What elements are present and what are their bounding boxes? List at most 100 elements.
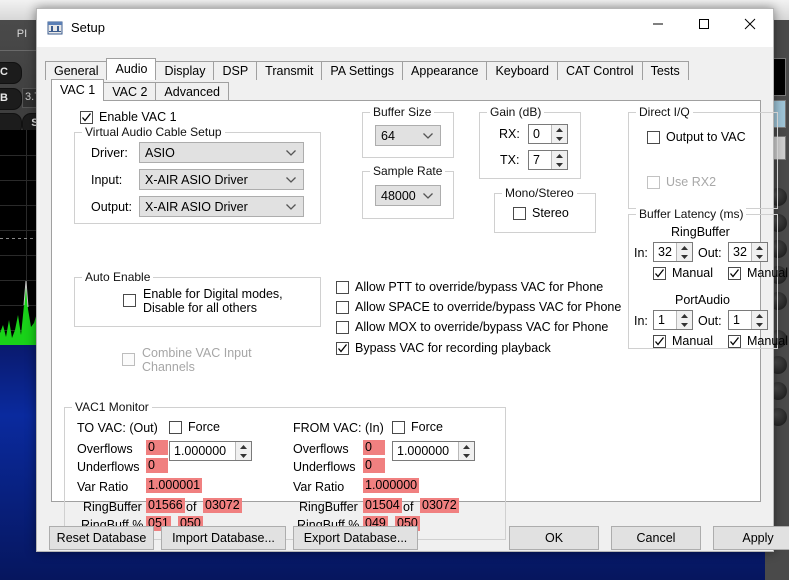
cancel-button[interactable]: Cancel bbox=[611, 526, 701, 550]
spinner-up-icon[interactable] bbox=[677, 243, 692, 252]
spinner-buttons[interactable] bbox=[458, 442, 474, 460]
bg-button-c[interactable]: C bbox=[0, 62, 22, 84]
spinner-up-icon[interactable] bbox=[677, 311, 692, 320]
checkbox-box bbox=[653, 266, 666, 280]
spinner-down-icon[interactable] bbox=[677, 320, 692, 329]
rb-in-spinner[interactable]: 32 bbox=[653, 242, 693, 262]
pa-in-manual-label: Manual bbox=[672, 334, 713, 348]
pa-in-manual-checkbox[interactable]: Manual bbox=[653, 334, 713, 348]
reset-database-button[interactable]: Reset Database bbox=[49, 526, 154, 550]
spinner-up-icon[interactable] bbox=[752, 311, 767, 320]
spinner-buttons[interactable] bbox=[551, 151, 567, 169]
tab-dsp[interactable]: DSP bbox=[213, 61, 258, 80]
tab-audio[interactable]: Audio bbox=[106, 58, 157, 80]
close-button[interactable] bbox=[727, 9, 773, 39]
tab-keyboard[interactable]: Keyboard bbox=[486, 61, 558, 80]
spinner-up-icon[interactable] bbox=[752, 243, 767, 252]
bypass-vac-recording-checkbox[interactable]: Bypass VAC for recording playback bbox=[336, 341, 551, 355]
buffer-size-combo[interactable]: 64 bbox=[375, 125, 441, 146]
mono-stereo-title: Mono/Stereo bbox=[502, 186, 577, 200]
tab-tests[interactable]: Tests bbox=[641, 61, 689, 80]
allow-ptt-checkbox[interactable]: Allow PTT to override/bypass VAC for Pho… bbox=[336, 280, 603, 294]
output-combo[interactable]: X-AIR ASIO Driver bbox=[139, 196, 304, 217]
ok-button[interactable]: OK bbox=[509, 526, 599, 550]
to-vac-force-checkbox[interactable]: Force bbox=[169, 420, 220, 434]
tab-vac-2[interactable]: VAC 2 bbox=[103, 82, 157, 101]
import-database-button[interactable]: Import Database... bbox=[161, 526, 286, 550]
enable-vac1-checkbox[interactable]: Enable VAC 1 bbox=[80, 110, 177, 124]
buffer-latency-group: Buffer Latency (ms) RingBuffer In: 32 Ou… bbox=[628, 207, 788, 349]
to-vac-ringbuffer-of: of bbox=[186, 500, 197, 514]
checkbox-box bbox=[728, 266, 741, 280]
spinner-down-icon[interactable] bbox=[459, 451, 474, 460]
stereo-checkbox[interactable]: Stereo bbox=[513, 206, 569, 220]
driver-combo[interactable]: ASIO bbox=[139, 142, 304, 163]
spinner-buttons[interactable] bbox=[235, 442, 251, 460]
tab-pa-settings[interactable]: PA Settings bbox=[321, 61, 404, 80]
to-vac-underflows-label: Underflows bbox=[77, 460, 140, 474]
spinner-buttons[interactable] bbox=[751, 243, 767, 261]
pa-in-spinner[interactable]: 1 bbox=[653, 310, 693, 330]
spinner-down-icon[interactable] bbox=[552, 134, 567, 143]
to-vac-var-ratio-label: Var Ratio bbox=[77, 480, 129, 494]
rb-in-manual-checkbox[interactable]: Manual bbox=[653, 266, 713, 280]
pa-out-manual-checkbox[interactable]: Manual bbox=[728, 334, 788, 348]
tab-appearance[interactable]: Appearance bbox=[402, 61, 488, 80]
mono-stereo-group: Mono/Stereo Stereo bbox=[494, 186, 596, 233]
tab-cat-control[interactable]: CAT Control bbox=[556, 61, 643, 80]
checkbox-box bbox=[169, 420, 182, 434]
spinner-buttons[interactable] bbox=[676, 243, 692, 261]
close-icon bbox=[744, 18, 756, 30]
stereo-label: Stereo bbox=[532, 206, 569, 220]
spinner-buttons[interactable] bbox=[551, 125, 567, 143]
spinner-down-icon[interactable] bbox=[552, 160, 567, 169]
from-vac-underflows-label: Underflows bbox=[293, 460, 356, 474]
export-database-button[interactable]: Export Database... bbox=[293, 526, 418, 550]
rb-out-manual-checkbox[interactable]: Manual bbox=[728, 266, 788, 280]
bg-button-b[interactable]: B bbox=[0, 88, 22, 110]
bg-pi-label: PI bbox=[16, 28, 28, 40]
tx-gain-spinner[interactable]: 7 bbox=[528, 150, 568, 170]
sample-rate-combo[interactable]: 48000 bbox=[375, 185, 441, 206]
gain-title: Gain (dB) bbox=[487, 105, 545, 119]
rb-out-spinner[interactable]: 32 bbox=[728, 242, 768, 262]
tab-display[interactable]: Display bbox=[155, 61, 215, 80]
dialog-titlebar[interactable]: Setup bbox=[37, 9, 773, 48]
combine-vac-checkbox[interactable] bbox=[122, 353, 135, 366]
spinner-up-icon[interactable] bbox=[236, 442, 251, 451]
input-value: X-AIR ASIO Driver bbox=[145, 172, 248, 187]
spinner-buttons[interactable] bbox=[676, 311, 692, 329]
rx-gain-value: 0 bbox=[533, 127, 540, 141]
to-vac-force-value-spinner[interactable]: 1.000000 bbox=[169, 441, 252, 461]
spinner-down-icon[interactable] bbox=[752, 252, 767, 261]
from-vac-force-checkbox[interactable]: Force bbox=[392, 420, 443, 434]
spinner-up-icon[interactable] bbox=[552, 151, 567, 160]
spinner-buttons[interactable] bbox=[751, 311, 767, 329]
output-to-vac-checkbox[interactable]: Output to VAC bbox=[647, 130, 746, 144]
minimize-icon bbox=[652, 18, 664, 30]
secondary-tabstrip: VAC 1 VAC 2 Advanced bbox=[51, 79, 230, 101]
allow-mox-checkbox[interactable]: Allow MOX to override/bypass VAC for Pho… bbox=[336, 320, 608, 334]
from-vac-ringbuffer-of: of bbox=[403, 500, 414, 514]
apply-button[interactable]: Apply bbox=[713, 526, 789, 550]
tab-advanced[interactable]: Advanced bbox=[155, 82, 230, 101]
checkbox-box bbox=[728, 334, 741, 348]
spinner-down-icon[interactable] bbox=[752, 320, 767, 329]
to-vac-force-value: 1.000000 bbox=[174, 444, 227, 458]
tab-transmit[interactable]: Transmit bbox=[256, 61, 323, 80]
tab-general[interactable]: General bbox=[45, 61, 108, 80]
use-rx2-checkbox[interactable]: Use RX2 bbox=[647, 175, 716, 189]
maximize-button[interactable] bbox=[681, 9, 727, 39]
spinner-up-icon[interactable] bbox=[552, 125, 567, 134]
allow-space-checkbox[interactable]: Allow SPACE to override/bypass VAC for P… bbox=[336, 300, 621, 314]
pa-out-spinner[interactable]: 1 bbox=[728, 310, 768, 330]
input-combo[interactable]: X-AIR ASIO Driver bbox=[139, 169, 304, 190]
spinner-down-icon[interactable] bbox=[236, 451, 251, 460]
minimize-button[interactable] bbox=[635, 9, 681, 39]
from-vac-force-value-spinner[interactable]: 1.000000 bbox=[392, 441, 475, 461]
tab-vac-1[interactable]: VAC 1 bbox=[51, 79, 105, 101]
rx-gain-spinner[interactable]: 0 bbox=[528, 124, 568, 144]
auto-enable-checkbox[interactable] bbox=[123, 294, 136, 307]
spinner-down-icon[interactable] bbox=[677, 252, 692, 261]
spinner-up-icon[interactable] bbox=[459, 442, 474, 451]
